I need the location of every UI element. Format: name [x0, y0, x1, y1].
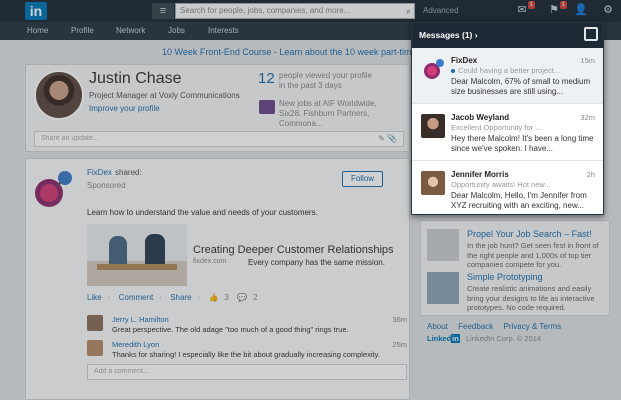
message-subject: Opportunity awaits! Hot new... — [451, 180, 551, 189]
sender-avatar — [421, 171, 445, 195]
message-time: 2h — [586, 170, 595, 179]
message-preview: Dear Malcolm, Hello, I'm Jennifer from X… — [451, 191, 587, 210]
message-subject: Excellent Opportunity for ... — [451, 123, 542, 132]
messages-title[interactable]: Messages (1) — [419, 30, 472, 40]
unread-dot-icon — [451, 69, 455, 74]
sender-name: Jennifer Morris — [451, 170, 509, 179]
message-item[interactable]: Jennifer Morris 2h Opportunity awaits! H… — [412, 162, 603, 218]
sender-name: Jacob Weyland — [451, 113, 510, 122]
message-subject: Could having a better project... — [451, 66, 560, 75]
message-preview: Dear Malcolm, 67% of small to medium siz… — [451, 77, 591, 96]
sender-avatar — [421, 114, 445, 138]
compose-message-icon[interactable] — [584, 27, 598, 41]
messages-header: Messages (1) › — [412, 23, 603, 48]
message-item[interactable]: FixDex 15m Could having a better project… — [412, 48, 603, 104]
message-preview: Hey there Malcolm! It's been a long time… — [451, 134, 594, 153]
message-time: 15m — [580, 56, 595, 65]
sender-avatar — [421, 57, 445, 81]
sender-name: FixDex — [451, 56, 478, 65]
messages-dropdown: Messages (1) › FixDex 15m Could having a… — [411, 22, 604, 215]
message-item[interactable]: Jacob Weyland 32m Excellent Opportunity … — [412, 105, 603, 161]
message-time: 32m — [580, 113, 595, 122]
